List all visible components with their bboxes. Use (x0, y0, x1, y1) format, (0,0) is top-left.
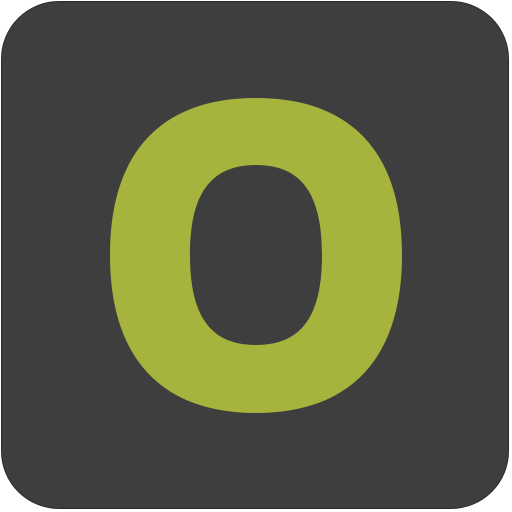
o-letter-svg (110, 98, 402, 413)
o-letter-shape (110, 98, 402, 413)
o-letter-icon (0, 0, 512, 512)
